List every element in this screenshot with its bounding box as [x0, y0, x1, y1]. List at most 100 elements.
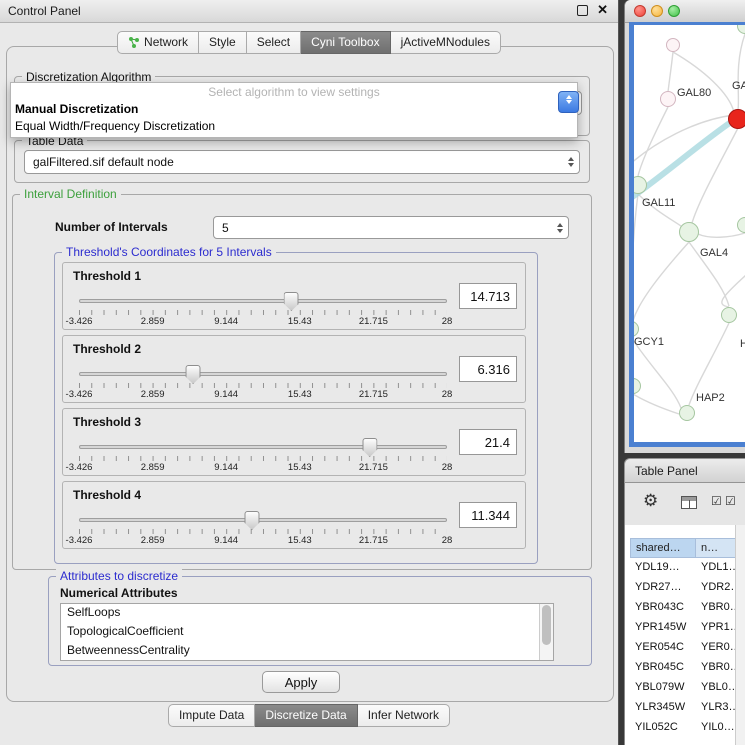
- tab-impute-data[interactable]: Impute Data: [168, 704, 255, 727]
- slider-thumb[interactable]: [284, 292, 299, 311]
- network-node[interactable]: [721, 307, 737, 323]
- numerical-attributes-list[interactable]: SelfLoopsTopologicalCoefficientBetweenne…: [60, 603, 554, 661]
- scale-label: 2.859: [141, 535, 165, 546]
- network-node[interactable]: [666, 38, 680, 52]
- table-row[interactable]: YDR27…YDR2…: [630, 578, 738, 598]
- network-node[interactable]: [737, 22, 745, 34]
- dropdown-option-manual[interactable]: Manual Discretization: [11, 101, 577, 118]
- scale-label: 28: [442, 535, 453, 546]
- network-node[interactable]: [629, 321, 639, 337]
- dropdown-option-equal-width[interactable]: Equal Width/Frequency Discretization: [11, 118, 577, 135]
- close-icon[interactable]: ✕: [597, 3, 608, 17]
- table-data-combobox[interactable]: galFiltered.sif default node: [24, 150, 580, 174]
- node-table-body: YDL19…YDL1…YDR27…YDR2…YBR043CYBR0…YPR145…: [630, 558, 738, 738]
- network-canvas[interactable]: GAL80GAGAL11GAL4GCY1HHAP2: [634, 25, 745, 442]
- table-cell: YBL079W: [630, 678, 696, 698]
- threshold-value-field[interactable]: 14.713: [459, 283, 517, 309]
- slider-track[interactable]: [79, 299, 447, 303]
- scrollbar-thumb[interactable]: [542, 605, 551, 645]
- threshold-value-field[interactable]: 21.4: [459, 429, 517, 455]
- list-item[interactable]: SelfLoops: [61, 604, 553, 623]
- slider-thumb[interactable]: [186, 365, 201, 384]
- list-item[interactable]: BetweennessCentrality: [61, 642, 553, 661]
- zoom-traffic-light-icon[interactable]: [668, 5, 680, 17]
- table-row[interactable]: YDL19…YDL1…: [630, 558, 738, 578]
- table-row[interactable]: YLR345WYLR3…: [630, 698, 738, 718]
- slider-thumb[interactable]: [244, 511, 259, 530]
- threshold-panel: Threshold 4 -3.4262.8599.14415.4321.7152…: [62, 481, 526, 549]
- scale-label: 9.144: [214, 316, 238, 327]
- slider-thumb[interactable]: [362, 438, 377, 457]
- slider-ticks: [79, 310, 447, 315]
- list-item[interactable]: TopologicalCoefficient: [61, 623, 553, 642]
- slider-track[interactable]: [79, 372, 447, 376]
- table-row[interactable]: YPR145WYPR1…: [630, 618, 738, 638]
- scale-label: 21.715: [359, 316, 388, 327]
- network-node[interactable]: [728, 109, 745, 129]
- network-node[interactable]: [737, 217, 745, 233]
- tab-network[interactable]: Network: [117, 31, 199, 54]
- threshold-panel: Threshold 3 -3.4262.8599.14415.4321.7152…: [62, 408, 526, 476]
- table-row[interactable]: YBR045CYBR0…: [630, 658, 738, 678]
- table-row[interactable]: YIL052CYIL0…: [630, 718, 738, 738]
- network-node-label: GAL80: [677, 87, 711, 99]
- scale-label: -3.426: [66, 462, 93, 473]
- threshold-slider[interactable]: -3.4262.8599.14415.4321.71528: [79, 510, 447, 548]
- table-row[interactable]: YBR043CYBR0…: [630, 598, 738, 618]
- network-node-label: GAL4: [700, 247, 728, 259]
- column-header-name[interactable]: n…: [696, 538, 738, 558]
- threshold-slider[interactable]: -3.4262.8599.14415.4321.71528: [79, 364, 447, 402]
- slider-track[interactable]: [79, 518, 447, 522]
- minimize-traffic-light-icon[interactable]: [651, 5, 663, 17]
- tab-label: jActiveMNodules: [401, 35, 490, 49]
- scale-label: 9.144: [214, 535, 238, 546]
- float-window-icon[interactable]: [577, 5, 588, 16]
- table-cell: YDR27…: [630, 578, 696, 598]
- table-panel-titlebar[interactable]: Table Panel: [624, 458, 745, 483]
- threshold-slider[interactable]: -3.4262.8599.14415.4321.71528: [79, 437, 447, 475]
- scale-label: 21.715: [359, 462, 388, 473]
- network-node[interactable]: [679, 222, 699, 242]
- scale-label: 2.859: [141, 389, 165, 400]
- network-node[interactable]: [629, 176, 647, 194]
- threshold-label: Threshold 3: [73, 415, 141, 429]
- gear-icon[interactable]: ⚙: [643, 491, 658, 511]
- tab-discretize-data[interactable]: Discretize Data: [255, 704, 357, 727]
- apply-button[interactable]: Apply: [262, 671, 340, 693]
- network-node[interactable]: [679, 405, 695, 421]
- scale-label: 21.715: [359, 535, 388, 546]
- combo-stepper-icon[interactable]: [558, 91, 579, 113]
- numerical-attributes-label: Numerical Attributes: [60, 586, 178, 600]
- number-of-intervals-combobox[interactable]: 5: [213, 216, 569, 239]
- network-node-label: GCY1: [634, 336, 664, 348]
- scale-label: 28: [442, 462, 453, 473]
- table-toolbar: ⚙ ☑ ☑: [625, 483, 745, 526]
- network-canvas-frame: GAL80GAGAL11GAL4GCY1HHAP2: [629, 22, 745, 447]
- threshold-value-field[interactable]: 6.316: [459, 356, 517, 382]
- checkbox-icon[interactable]: ☑: [725, 494, 736, 508]
- tab-jactivemnodules[interactable]: jActiveMNodules: [391, 31, 501, 54]
- node-table: shared… n… YDL19…YDL1…YDR27…YDR2…YBR043C…: [625, 525, 745, 745]
- tab-cyni-toolbox[interactable]: Cyni Toolbox: [301, 31, 390, 54]
- tab-select[interactable]: Select: [247, 31, 301, 54]
- table-row[interactable]: YBL079WYBL0…: [630, 678, 738, 698]
- tab-style[interactable]: Style: [199, 31, 247, 54]
- network-node[interactable]: [660, 91, 676, 107]
- scale-label: 15.43: [288, 389, 312, 400]
- table-row[interactable]: YER054CYER0…: [630, 638, 738, 658]
- table-data-value: galFiltered.sif default node: [33, 155, 174, 169]
- column-header-shared-name[interactable]: shared…: [630, 538, 696, 558]
- interval-definition-title: Interval Definition: [20, 187, 121, 201]
- threshold-slider[interactable]: -3.4262.8599.14415.4321.71528: [79, 291, 447, 329]
- network-node[interactable]: [629, 378, 641, 394]
- list-scrollbar[interactable]: [539, 604, 553, 660]
- slider-ticks: [79, 529, 447, 534]
- threshold-value-field[interactable]: 11.344: [459, 502, 517, 528]
- slider-track[interactable]: [79, 445, 447, 449]
- close-traffic-light-icon[interactable]: [634, 5, 646, 17]
- tab-infer-network[interactable]: Infer Network: [358, 704, 450, 727]
- table-scrollbar[interactable]: [735, 525, 745, 745]
- checkbox-icon[interactable]: ☑: [711, 494, 722, 508]
- columns-icon[interactable]: [681, 496, 697, 509]
- network-window-titlebar: [625, 0, 745, 23]
